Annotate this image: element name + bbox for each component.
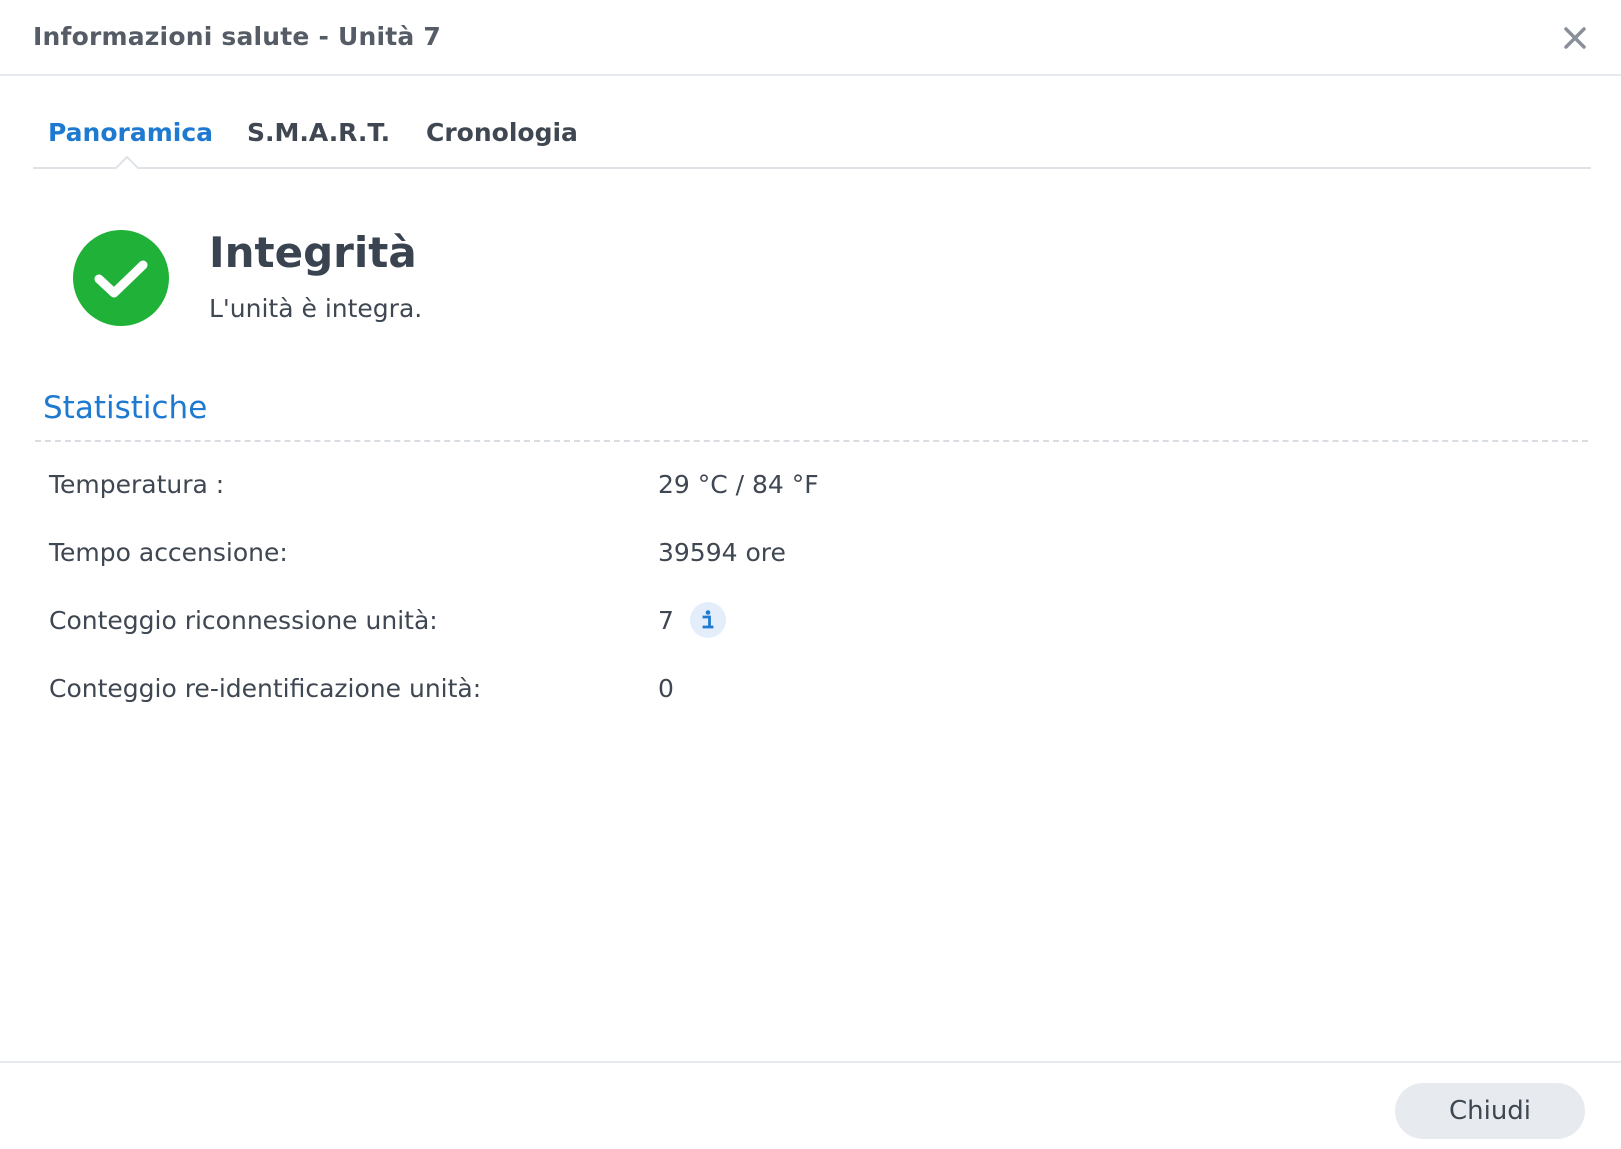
tab-cronologia[interactable]: Cronologia (426, 118, 578, 147)
stat-label: Conteggio riconnessione unità: (49, 606, 438, 635)
active-tab-indicator (115, 156, 139, 169)
dialog-footer: Chiudi (0, 1061, 1621, 1149)
close-button[interactable]: Chiudi (1395, 1083, 1585, 1139)
stat-row-reconnection-count: Conteggio riconnessione unità: 7 (49, 602, 1549, 646)
status-title: Integrità (209, 228, 417, 277)
stat-row-reidentification-count: Conteggio re-identificazione unità: 0 (49, 674, 1549, 714)
health-info-dialog: Informazioni salute - Unità 7 Panoramica… (0, 0, 1621, 1149)
stat-label: Tempo accensione: (49, 538, 288, 567)
stat-value: 7 (658, 606, 674, 635)
tab-bar: Panoramica S.M.A.R.T. Cronologia (33, 108, 1591, 169)
info-icon[interactable] (689, 601, 727, 639)
stat-label: Conteggio re-identificazione unità: (49, 674, 482, 703)
tab-smart[interactable]: S.M.A.R.T. (247, 118, 390, 147)
stat-row-temperature: Temperatura : 29 °C / 84 °F (49, 470, 1549, 510)
dialog-header: Informazioni salute - Unità 7 (0, 0, 1621, 76)
tab-panoramica[interactable]: Panoramica (48, 118, 213, 147)
section-title-statistiche: Statistiche (43, 390, 208, 426)
status-description: L'unità è integra. (209, 294, 423, 323)
section-divider (35, 440, 1588, 442)
stat-label: Temperatura : (49, 470, 225, 499)
stat-value: 39594 ore (658, 538, 786, 567)
check-circle-icon (72, 229, 170, 327)
stat-value: 29 °C / 84 °F (658, 470, 819, 499)
close-icon[interactable] (1559, 22, 1591, 54)
stat-value: 0 (658, 674, 674, 703)
stat-row-power-on-time: Tempo accensione: 39594 ore (49, 538, 1549, 578)
dialog-title: Informazioni salute - Unità 7 (33, 22, 441, 51)
